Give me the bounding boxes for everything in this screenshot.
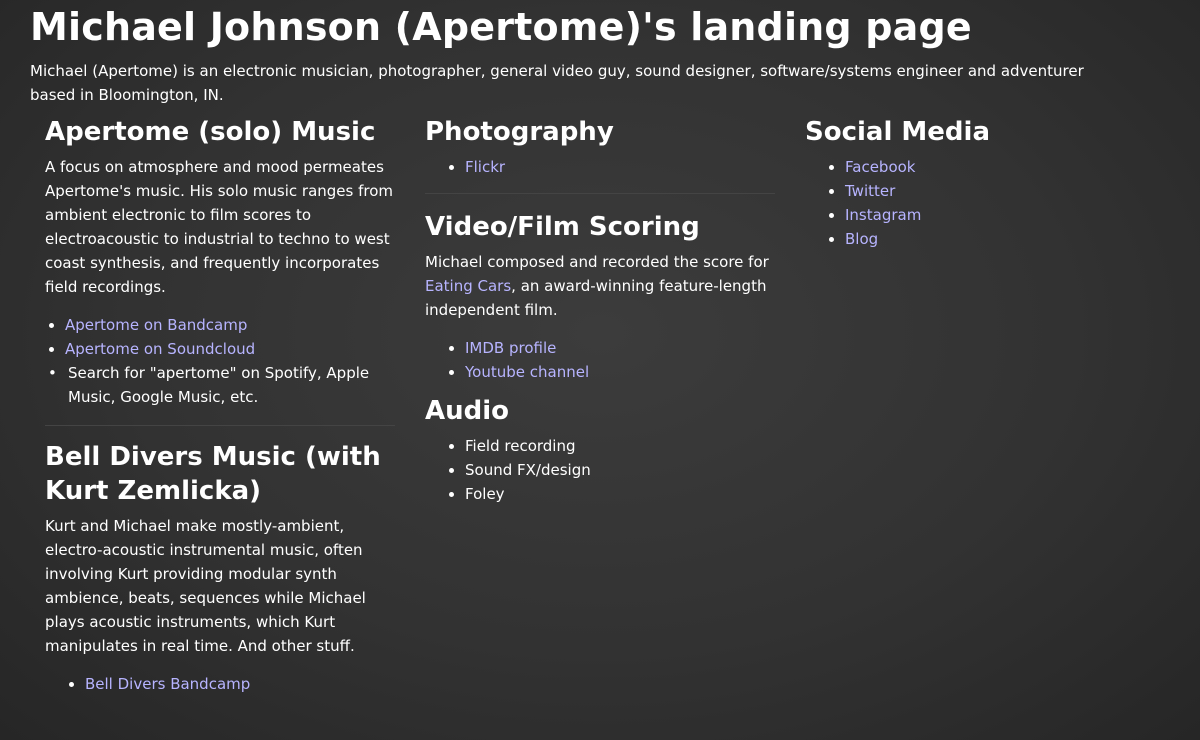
columns: Apertome (solo) Music A focus on atmosph… <box>30 115 1170 696</box>
section-divider <box>425 193 775 194</box>
intro-text: Michael (Apertome) is an electronic musi… <box>30 62 1084 104</box>
list-item: Field recording <box>465 434 775 458</box>
flickr-link[interactable]: Flickr <box>465 158 505 176</box>
column-social: Social Media Facebook Twitter Instagram … <box>790 115 1170 696</box>
bullet: • <box>48 364 57 382</box>
column-media: Photography Flickr Video/Film Scoring Mi… <box>410 115 790 696</box>
soundcloud-link[interactable]: Apertome on Soundcloud <box>65 340 255 358</box>
blog-link[interactable]: Blog <box>845 230 878 248</box>
facebook-link[interactable]: Facebook <box>845 158 915 176</box>
instagram-link[interactable]: Instagram <box>845 206 921 224</box>
social-heading: Social Media <box>805 117 990 147</box>
list-item: Bell Divers Bandcamp <box>85 672 395 696</box>
list-item: Facebook <box>845 155 1155 179</box>
video-text: Michael composed and recorded the score … <box>425 250 775 322</box>
photography-links: Flickr <box>425 155 775 179</box>
streaming-search-note: Search for "apertome" on Spotify, Apple … <box>68 364 370 406</box>
audio-list: Field recording Sound FX/design Foley <box>425 434 775 506</box>
list-item: Apertome on Bandcamp <box>65 313 395 337</box>
bell-divers-links: Bell Divers Bandcamp <box>45 672 395 696</box>
list-item: Twitter <box>845 179 1155 203</box>
twitter-link[interactable]: Twitter <box>845 182 895 200</box>
photography-section: Photography Flickr <box>425 115 775 179</box>
solo-music-section: Apertome (solo) Music A focus on atmosph… <box>45 115 395 409</box>
bell-divers-heading: Bell Divers Music (with Kurt Zemlicka) <box>45 442 381 506</box>
list-item: • Search for "apertome" on Spotify, Apple… <box>45 361 395 409</box>
page: Michael Johnson (Apertome)'s landing pag… <box>0 0 1200 696</box>
bell-divers-bandcamp-link[interactable]: Bell Divers Bandcamp <box>85 675 250 693</box>
column-music: Apertome (solo) Music A focus on atmosph… <box>30 115 410 696</box>
youtube-link[interactable]: Youtube channel <box>465 363 589 381</box>
bell-divers-section: Bell Divers Music (with Kurt Zemlicka) K… <box>45 440 395 696</box>
video-text-before: Michael composed and recorded the score … <box>425 253 769 271</box>
imdb-link[interactable]: IMDB profile <box>465 339 556 357</box>
list-item: Apertome on Soundcloud <box>65 337 395 361</box>
photography-heading: Photography <box>425 117 614 147</box>
list-item: Instagram <box>845 203 1155 227</box>
solo-music-links: Apertome on Bandcamp Apertome on Soundcl… <box>45 313 395 409</box>
video-section: Video/Film Scoring Michael composed and … <box>425 210 775 384</box>
video-links: IMDB profile Youtube channel <box>425 336 775 384</box>
solo-music-heading: Apertome (solo) Music <box>45 117 376 147</box>
section-divider <box>45 425 395 426</box>
eating-cars-link[interactable]: Eating Cars <box>425 277 511 295</box>
audio-section: Audio Field recording Sound FX/design Fo… <box>425 394 775 506</box>
solo-music-text: A focus on atmosphere and mood permeates… <box>45 158 394 296</box>
audio-heading: Audio <box>425 396 510 426</box>
list-item: Youtube channel <box>465 360 775 384</box>
page-title: Michael Johnson (Apertome)'s landing pag… <box>30 5 972 49</box>
bandcamp-link[interactable]: Apertome on Bandcamp <box>65 316 247 334</box>
list-item: Sound FX/design <box>465 458 775 482</box>
social-links: Facebook Twitter Instagram Blog <box>805 155 1155 251</box>
list-item: Blog <box>845 227 1155 251</box>
list-item: Foley <box>465 482 775 506</box>
video-heading: Video/Film Scoring <box>425 212 700 242</box>
list-item: Flickr <box>465 155 775 179</box>
social-section: Social Media Facebook Twitter Instagram … <box>805 115 1155 251</box>
list-item: IMDB profile <box>465 336 775 360</box>
bell-divers-text: Kurt and Michael make mostly-ambient, el… <box>45 517 366 655</box>
